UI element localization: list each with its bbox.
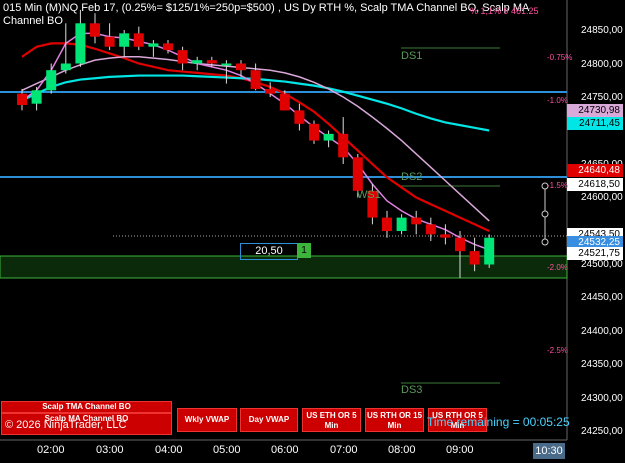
candle-body	[31, 90, 42, 104]
candle-body	[484, 237, 495, 265]
candle-body	[323, 133, 334, 141]
time-tick: 04:00	[155, 444, 183, 456]
candle-body	[411, 217, 422, 225]
copyright: © 2026 NinjaTrader, LLC	[5, 419, 127, 431]
percent-label: -1.0%	[547, 96, 568, 105]
candle-body	[119, 33, 130, 47]
level-ds1: DS1	[401, 50, 423, 62]
price-tick: 24750,00	[581, 92, 623, 103]
price-tag-low: 24521,75	[567, 247, 623, 260]
candle-body	[309, 123, 319, 141]
price-tick: 24300,00	[581, 393, 623, 404]
candle-body	[236, 63, 246, 71]
time-remaining: Time remaining = 00:05:25	[427, 415, 570, 429]
candle-body	[75, 23, 86, 64]
day-vwap-button[interactable]: Day VWAP	[240, 408, 298, 432]
candle-body	[177, 50, 188, 64]
candle-body	[382, 217, 392, 231]
time-tick: 02:00	[37, 444, 65, 456]
time-tick: 09:00	[446, 444, 474, 456]
candle-body	[163, 43, 173, 51]
candle-body	[294, 110, 305, 124]
time-tick: 03:00	[96, 444, 124, 456]
price-tick: 24600,00	[581, 192, 623, 203]
price-tick: 24850,00	[581, 25, 623, 36]
candle-body	[338, 133, 349, 158]
price-tick: 24250,00	[581, 426, 623, 437]
candle-body	[396, 217, 407, 231]
time-clock: 10:30	[533, 443, 565, 459]
price-tick: 24800,00	[581, 59, 623, 70]
price-tick: 24500,00	[581, 259, 623, 270]
level-ws1: WS1	[357, 189, 381, 201]
candle-body	[133, 33, 144, 47]
candle-body	[148, 43, 159, 47]
price-tag-red-ma: 24640,48	[567, 164, 623, 177]
candle-body	[425, 224, 436, 235]
candle-body	[469, 251, 480, 265]
price-tag-mid-band: 24711,45	[567, 117, 623, 130]
candle-body	[192, 60, 203, 64]
or-marker-dot	[541, 210, 549, 218]
price-tag-upper-band: 24730,98	[567, 104, 623, 117]
candle-body	[440, 234, 451, 238]
percent-label: -2.0%	[547, 263, 568, 272]
time-tick: 05:00	[213, 444, 241, 456]
candle-body	[352, 157, 363, 191]
candle-body	[265, 88, 276, 94]
top-right-readout: % 1,1% 9 461.25	[470, 6, 539, 16]
candle-body	[206, 60, 217, 64]
level-ds3: DS3	[401, 384, 423, 396]
us-eth-or-5min-button[interactable]: US ETH OR 5 Min	[302, 408, 361, 432]
level-ds2: DS2	[401, 171, 423, 183]
candle-body	[60, 63, 71, 71]
range-box: 20,50	[240, 243, 298, 260]
price-tick: 24350,00	[581, 359, 623, 370]
weekly-vwap-button[interactable]: Wkly VWAP	[177, 408, 237, 432]
or-marker-dot	[541, 238, 549, 246]
candle-body	[279, 93, 290, 111]
candle-body	[221, 63, 232, 66]
candle-body	[455, 237, 465, 252]
percent-label: -1.5%	[547, 181, 568, 190]
percent-label: -0.75%	[547, 53, 573, 62]
time-tick: 06:00	[271, 444, 299, 456]
candle-body	[17, 93, 27, 106]
candle-body	[104, 36, 115, 47]
price-tag-ds2: 24618,50	[567, 178, 623, 191]
us-rth-or-15min-button[interactable]: US RTH OR 15 Min	[365, 408, 424, 432]
price-tick: 24400,00	[581, 326, 623, 337]
range-count: 1	[297, 243, 311, 258]
candle-body	[46, 70, 57, 91]
time-tick: 08:00	[388, 444, 416, 456]
price-tick: 24450,00	[581, 292, 623, 303]
percent-label: -2.5%	[547, 346, 568, 355]
candle-body	[250, 70, 261, 89]
time-tick: 07:00	[330, 444, 358, 456]
scalp-tma-channel-button[interactable]: Scalp TMA Channel BO	[1, 401, 172, 413]
price-chart[interactable]	[0, 0, 625, 463]
